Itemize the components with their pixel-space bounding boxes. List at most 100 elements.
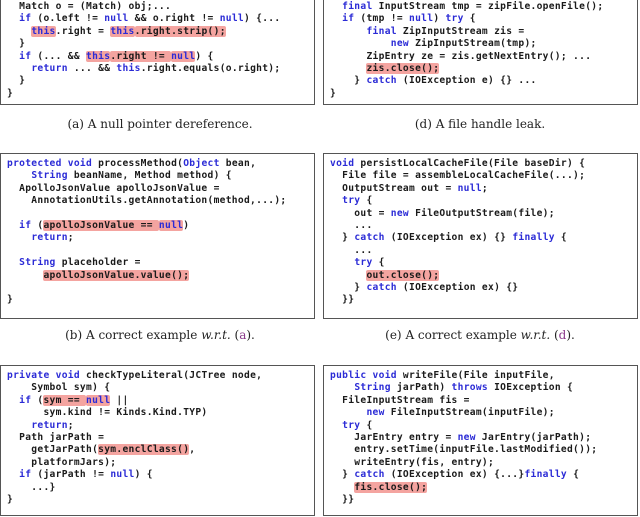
code-panel-b: protected void processMethod(Object bean…: [0, 153, 315, 319]
code-line: out = new FileOutputStream(file);: [330, 208, 637, 220]
highlighted-token: .right !=: [110, 50, 172, 62]
code-line: private void checkTypeLiteral(JCTree nod…: [7, 370, 314, 382]
caption-reference-link[interactable]: a: [239, 328, 246, 342]
code-line: public void writeFile(File inputFile,: [330, 370, 637, 382]
code-token: FileOutputStream(file);: [409, 207, 555, 219]
code-token: }: [7, 87, 14, 99]
keyword-token: null: [219, 13, 244, 25]
keyword-token: protected: [7, 158, 62, 169]
code-token: getJarPath(: [7, 444, 99, 456]
keyword-token: this: [116, 62, 141, 74]
caption-wrt: w.r.t.: [201, 328, 231, 342]
code-line: File file = assembleLocalCacheFile(...);: [330, 170, 637, 182]
code-line: final InputStream tmp = zipFile.openFile…: [330, 1, 637, 13]
code-line: return;: [7, 232, 314, 244]
code-line: }: [7, 75, 314, 87]
caption-reference-link[interactable]: d: [559, 328, 567, 342]
code-line: ...: [330, 220, 637, 232]
code-line: new ZipInputStream(tmp);: [330, 38, 637, 50]
code-line: this.right = this.right.strip();: [7, 25, 314, 38]
code-block: public void writeFile(File inputFile, St…: [330, 370, 637, 506]
keyword-token: String: [354, 382, 391, 394]
caption-label: (b): [65, 328, 83, 342]
highlighted-token: null: [86, 394, 111, 406]
code-token: ...}: [7, 481, 56, 493]
keyword-token: final: [366, 25, 397, 37]
keyword-token: catch: [354, 232, 385, 244]
code-token: ...: [330, 244, 373, 256]
code-token: Symbol sym) {: [7, 382, 111, 394]
highlighted-token: apolloJsonValue.value();: [43, 269, 190, 281]
code-token: Path jarPath =: [7, 431, 105, 443]
code-line: }: [7, 88, 314, 100]
code-token: (... &&: [31, 50, 86, 62]
caption-e: (e) A correct example w.r.t. (d).: [385, 328, 575, 342]
code-token: FileInputStream(inputFile);: [384, 407, 555, 419]
code-line: if (jarPath != null) {: [7, 469, 314, 481]
keyword-token: if: [19, 394, 32, 406]
keyword-token: new: [366, 407, 385, 419]
code-token: ApolloJsonValue apolloJsonValue =: [7, 182, 220, 194]
highlighted-token: .right.strip();: [134, 25, 226, 37]
keyword-token: null: [110, 469, 135, 481]
code-token: checkTypeLiteral(JCTree node,: [79, 370, 263, 381]
code-line: if (o.left != null && o.right != null) {…: [7, 13, 314, 25]
code-token: (IOException ex) {}: [396, 281, 519, 293]
code-token: {: [360, 419, 373, 431]
highlighted-token: fis.close();: [354, 481, 428, 493]
code-token: }}: [330, 493, 355, 505]
code-line: getJarPath(sym.enclClass(),: [7, 444, 314, 456]
code-line: AnnotationUtils.getAnnotation(method,...…: [7, 195, 314, 207]
highlighted-token: sym.enclClass(): [98, 444, 190, 456]
code-line: new FileInputStream(inputFile);: [330, 407, 637, 419]
keyword-token: Object: [183, 158, 220, 169]
keyword-token: try: [342, 419, 361, 431]
code-token: (tmp !=: [354, 13, 409, 25]
highlighted-token: this: [110, 25, 135, 37]
code-token: (o.left !=: [31, 13, 105, 25]
code-token: ) {: [195, 50, 214, 62]
keyword-token: new: [390, 38, 409, 50]
code-block: void persistLocalCacheFile(File baseDir)…: [330, 158, 637, 307]
keyword-token: finally: [512, 232, 555, 244]
keyword-token: if: [19, 219, 32, 231]
code-line: String placeholder =: [7, 257, 314, 269]
keyword-token: new: [457, 431, 476, 443]
keyword-token: void: [372, 370, 397, 381]
code-line: protected void processMethod(Object bean…: [7, 158, 314, 170]
code-token: (: [31, 394, 44, 406]
code-token: ;: [481, 182, 488, 194]
code-token: Match o = (Match) obj;...: [7, 1, 172, 12]
code-token: sym.kind != Kinds.Kind.TYP): [7, 407, 208, 419]
code-line: } catch (IOException ex) {} finally {: [330, 232, 637, 244]
code-token: bean,: [219, 158, 257, 169]
keyword-token: void: [67, 158, 93, 169]
code-line: writeEntry(fis, entry);: [330, 457, 637, 469]
code-line: } catch (IOException ex) {...}finally {: [330, 469, 637, 481]
code-token: ZipInputStream zis =: [396, 25, 525, 37]
code-token: && o.right !=: [128, 13, 220, 25]
code-token: beanName, Method method) {: [67, 170, 232, 182]
code-token: placeholder =: [55, 257, 141, 269]
code-block: Match o = (Match) obj;... if (o.left != …: [7, 1, 314, 100]
code-line: }}: [330, 494, 637, 506]
code-token: ): [433, 13, 446, 25]
code-token: }: [330, 75, 367, 87]
code-token: persistLocalCacheFile(File baseDir) {: [354, 158, 586, 169]
keyword-token: private: [7, 370, 50, 381]
code-line: return;: [7, 420, 314, 432]
keyword-token: throws: [451, 382, 489, 394]
